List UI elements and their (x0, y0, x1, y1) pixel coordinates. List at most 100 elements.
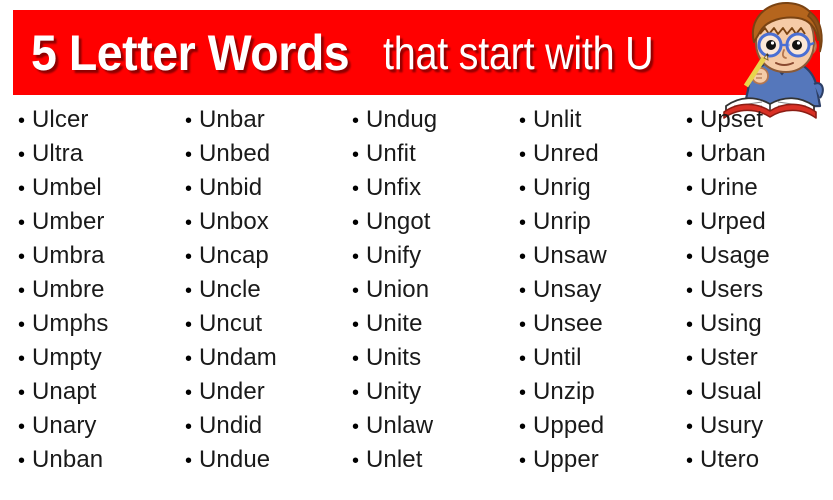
word-label: Unbox (199, 208, 269, 235)
list-item: • Ulcer (18, 103, 167, 137)
word-label: Unban (32, 446, 104, 473)
list-item: • Union (352, 273, 501, 307)
list-item: • Unfix (352, 171, 501, 205)
word-column-4: • Unlit • Unred • Unrig • Unrip • Unsaw • Unsa… (501, 103, 668, 477)
list-item: • Unfit (352, 137, 501, 171)
list-item: • Undid (185, 409, 334, 443)
list-item: • Unzip (519, 375, 668, 409)
word-label: Umpty (32, 344, 102, 371)
word-label: Unbid (199, 174, 263, 201)
list-item: • Unlet (352, 443, 501, 477)
word-label: Uncle (199, 276, 261, 303)
list-item: • Usual (686, 375, 833, 409)
bullet-icon: • (519, 280, 527, 302)
bullet-icon: • (352, 416, 360, 438)
bullet-icon: • (686, 110, 694, 132)
bullet-icon: • (686, 178, 694, 200)
bullet-icon: • (18, 144, 26, 166)
word-label: Urine (700, 174, 758, 201)
list-item: • Unsay (519, 273, 668, 307)
list-item: • Unlaw (352, 409, 501, 443)
word-label: Undam (199, 344, 277, 371)
bullet-icon: • (18, 212, 26, 234)
bullet-icon: • (185, 348, 193, 370)
word-label: Unbar (199, 106, 265, 133)
word-label: Unred (533, 140, 599, 167)
word-label: Undug (366, 106, 438, 133)
list-item: • Umpty (18, 341, 167, 375)
word-label: Unrig (533, 174, 591, 201)
bullet-icon: • (519, 212, 527, 234)
bullet-icon: • (686, 348, 694, 370)
bullet-icon: • (352, 110, 360, 132)
list-item: • Utero (686, 443, 833, 477)
word-column-5: • Upset • Urban • Urine • Urped • Usage • User… (668, 103, 833, 477)
list-item: • Urine (686, 171, 833, 205)
bullet-icon: • (352, 450, 360, 472)
word-label: Unity (366, 378, 422, 405)
bullet-icon: • (18, 348, 26, 370)
list-item: • Umbra (18, 239, 167, 273)
word-label: Unapt (32, 378, 97, 405)
list-item: • Umphs (18, 307, 167, 341)
list-item: • Umbel (18, 171, 167, 205)
bullet-icon: • (18, 178, 26, 200)
word-label: Urban (700, 140, 766, 167)
word-label: Unary (32, 412, 97, 439)
list-item: • Using (686, 307, 833, 341)
list-item: • Unapt (18, 375, 167, 409)
word-label: Users (700, 276, 764, 303)
word-label: Uster (700, 344, 758, 371)
word-label: Units (366, 344, 422, 371)
word-label: Umbra (32, 242, 105, 269)
list-item: • Unbox (185, 205, 334, 239)
list-item: • Unred (519, 137, 668, 171)
list-item: • Umbre (18, 273, 167, 307)
bullet-icon: • (519, 246, 527, 268)
bullet-icon: • (352, 212, 360, 234)
bullet-icon: • (519, 144, 527, 166)
list-item: • Users (686, 273, 833, 307)
word-label: Unify (366, 242, 422, 269)
word-label: Umphs (32, 310, 109, 337)
bullet-icon: • (519, 416, 527, 438)
list-item: • Undue (185, 443, 334, 477)
word-label: Union (366, 276, 430, 303)
list-item: • Usury (686, 409, 833, 443)
word-label: Unlaw (366, 412, 434, 439)
bullet-icon: • (18, 280, 26, 302)
word-label: Unlet (366, 446, 423, 473)
word-label: Uncap (199, 242, 269, 269)
word-label: Umber (32, 208, 105, 235)
bullet-icon: • (519, 450, 527, 472)
list-item: • Urban (686, 137, 833, 171)
title-secondary: that start with U (383, 26, 654, 79)
bullet-icon: • (519, 314, 527, 336)
header-banner: 5 Letter Words that start with U (13, 10, 820, 95)
bullet-icon: • (519, 178, 527, 200)
word-label: Ulcer (32, 106, 89, 133)
bullet-icon: • (185, 212, 193, 234)
word-label: Upper (533, 446, 599, 473)
word-label: Ultra (32, 140, 84, 167)
bullet-icon: • (352, 314, 360, 336)
word-label: Unsaw (533, 242, 607, 269)
list-item: • Units (352, 341, 501, 375)
bullet-icon: • (686, 450, 694, 472)
word-column-1: • Ulcer • Ultra • Umbel • Umber • Umbra • Umbr… (0, 103, 167, 477)
list-item: • Undam (185, 341, 334, 375)
word-label: Unsee (533, 310, 603, 337)
bullet-icon: • (352, 382, 360, 404)
bullet-icon: • (18, 450, 26, 472)
bullet-icon: • (519, 348, 527, 370)
bullet-icon: • (352, 246, 360, 268)
bullet-icon: • (352, 178, 360, 200)
bullet-icon: • (686, 246, 694, 268)
word-label: Under (199, 378, 265, 405)
bullet-icon: • (18, 382, 26, 404)
bullet-icon: • (185, 144, 193, 166)
word-label: Unlit (533, 106, 582, 133)
word-label: Utero (700, 446, 760, 473)
bullet-icon: • (686, 314, 694, 336)
word-column-2: • Unbar • Unbed • Unbid • Unbox • Uncap • Uncl… (167, 103, 334, 477)
